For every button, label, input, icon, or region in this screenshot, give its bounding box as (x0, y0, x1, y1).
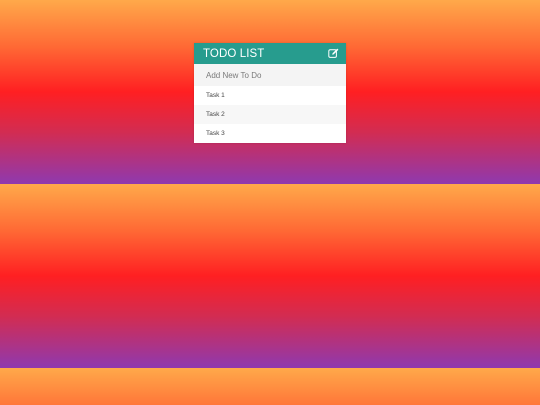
todo-list: Task 1 Task 2 Task 3 (194, 86, 346, 143)
edit-icon[interactable] (327, 48, 339, 60)
todo-item-2[interactable]: Task 2 (194, 105, 346, 124)
todo-item-1[interactable]: Task 1 (194, 86, 346, 105)
todo-header: TODO LIST (194, 43, 346, 64)
edit-icon-glyph (327, 48, 338, 58)
todo-card: TODO LIST Task 1 Task 2 Task 3 (194, 43, 346, 143)
todo-item-3[interactable]: Task 3 (194, 124, 346, 143)
todo-title: TODO LIST (203, 47, 265, 60)
add-todo-input[interactable] (194, 64, 346, 86)
